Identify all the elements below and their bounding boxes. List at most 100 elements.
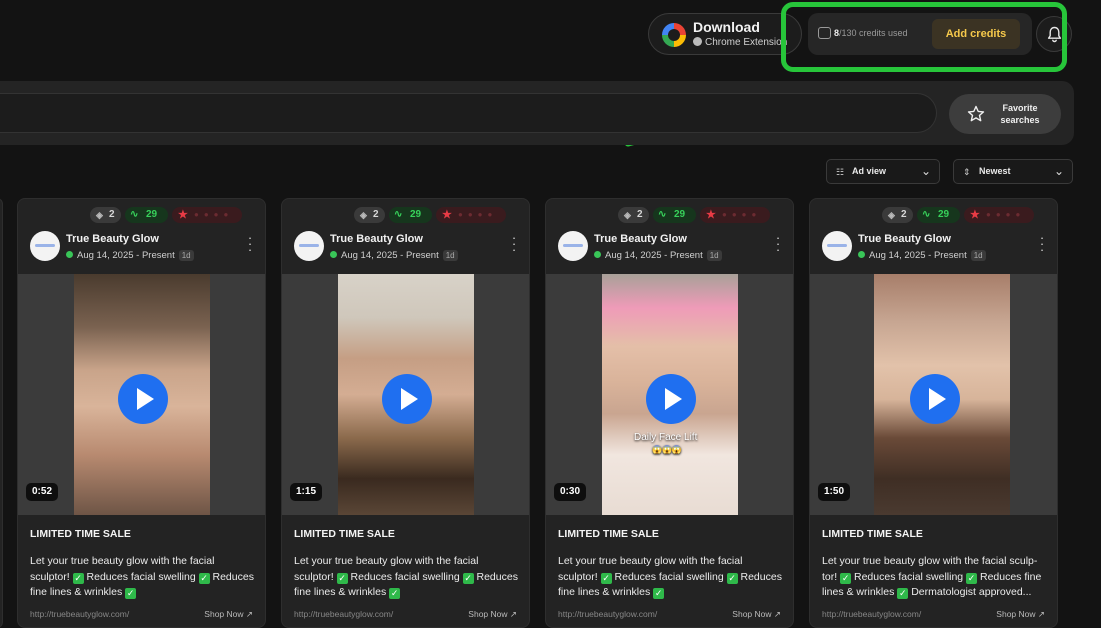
star-icon: ★ [706, 209, 716, 221]
brand-name[interactable]: True Beauty Glow [330, 233, 423, 245]
star-icon: ★ [970, 209, 980, 221]
favorite-searches-label: Favorite searches [1000, 103, 1040, 125]
rating-dots: ●●●● [458, 210, 498, 219]
sort-dropdown[interactable]: ⇕ Newest ⌄ [953, 159, 1073, 184]
more-options-icon[interactable]: · · · [511, 231, 517, 256]
avatar[interactable] [294, 231, 324, 261]
copies-badge: ◈ 2 [90, 207, 121, 223]
activity-icon: ∿ [130, 209, 139, 220]
check-icon: ✓ [897, 588, 909, 599]
rating-badge: ★ ●●●● [172, 207, 242, 223]
download-subtitle: Chrome Extension [693, 37, 787, 48]
avatar[interactable] [30, 231, 60, 261]
download-extension-button[interactable]: Download Chrome Extension [648, 13, 802, 55]
play-icon[interactable] [118, 374, 168, 424]
copies-count: 2 [637, 209, 643, 220]
ad-body: Let your true beauty glow with the facia… [294, 554, 520, 601]
activity-icon: ∿ [394, 209, 403, 220]
landing-url[interactable]: http://truebeautyglow.com/ [294, 609, 393, 619]
score-value: 29 [410, 209, 422, 220]
score-value: 29 [674, 209, 686, 220]
rating-badge: ★ ●●●● [964, 207, 1034, 223]
score-badge: ∿ 29 [653, 207, 696, 223]
video-thumbnail[interactable] [282, 274, 529, 515]
landing-url[interactable]: http://truebeautyglow.com/ [822, 609, 921, 619]
chevron-down-icon: ⌄ [920, 164, 931, 178]
copies-badge: ◈ 2 [618, 207, 649, 223]
video-duration: 1:15 [290, 483, 323, 501]
check-icon: ✓ [72, 572, 84, 584]
layers-icon: ◈ [888, 210, 895, 220]
rating-dots: ●●●● [722, 210, 762, 219]
age-badge: 1d [970, 250, 986, 261]
avatar[interactable] [822, 231, 852, 261]
ad-card[interactable]: ◈ 2 ∿ 29 ★ ●●●● True Beauty Glow Aug 14, 20… [17, 198, 266, 628]
favorite-searches-button[interactable]: Favorite searches [949, 94, 1061, 134]
ad-body-text: Reduces facial swelling [611, 570, 727, 583]
sort-dropdown-label: Newest [979, 166, 1011, 176]
copies-count: 2 [109, 209, 115, 220]
top-bar: Download Chrome Extension 8/130 credits … [0, 0, 1101, 72]
copies-count: 2 [901, 209, 907, 220]
play-icon[interactable] [646, 374, 696, 424]
chevron-down-icon: ⌄ [1053, 164, 1064, 178]
video-thumbnail[interactable] [810, 274, 1057, 515]
google-logo-icon [662, 23, 686, 47]
check-icon: ✓ [125, 588, 137, 599]
view-dropdown-label: Ad view [852, 166, 887, 176]
date-range: Aug 14, 2025 - Present [77, 250, 175, 261]
rating-dots: ●●●● [194, 210, 234, 219]
video-duration: 1:50 [818, 483, 851, 501]
active-status-dot [594, 251, 601, 258]
age-badge: 1d [706, 250, 722, 261]
download-subtitle-text: Chrome Extension [705, 37, 788, 48]
ad-headline: LIMITED TIME SALE [822, 528, 923, 540]
check-icon: ✓ [840, 572, 852, 584]
ad-body-text: Reduces facial swelling [851, 570, 967, 583]
video-thumbnail[interactable]: Daily Face Lift 😱😱😱 [546, 274, 793, 515]
activity-icon: ∿ [922, 209, 931, 220]
star-icon: ★ [442, 209, 452, 221]
brand-name[interactable]: True Beauty Glow [594, 233, 687, 245]
sort-icon: ⇕ [963, 167, 971, 177]
ad-card[interactable]: ◈ 2 ∿ 29 ★ ●●●● True Beauty Glow Aug 14, 20… [545, 198, 794, 628]
more-options-icon[interactable]: · · · [247, 231, 253, 256]
ad-card[interactable]: ◈ 2 ∿ 29 ★ ●●●● True Beauty Glow Aug 14, 20… [809, 198, 1058, 628]
previous-ad-card-edge [0, 198, 3, 628]
ad-headline: LIMITED TIME SALE [30, 528, 131, 540]
ad-body-text: Reduces facial swelling [83, 570, 199, 583]
score-badge: ∿ 29 [917, 207, 960, 223]
avatar[interactable] [558, 231, 588, 261]
date-range: Aug 14, 2025 - Present [869, 250, 967, 261]
check-icon: ✓ [389, 588, 401, 599]
ad-headline: LIMITED TIME SALE [294, 528, 395, 540]
landing-url[interactable]: http://truebeautyglow.com/ [558, 609, 657, 619]
play-icon[interactable] [382, 374, 432, 424]
active-status-dot [66, 251, 73, 258]
active-status-dot [330, 251, 337, 258]
rating-badge: ★ ●●●● [700, 207, 770, 223]
ad-run-dates: Aug 14, 2025 - Present 1d [858, 250, 986, 261]
list-icon: ☷ [836, 167, 845, 177]
brand-name[interactable]: True Beauty Glow [858, 233, 951, 245]
date-range: Aug 14, 2025 - Present [341, 250, 439, 261]
view-dropdown[interactable]: ☷ Ad view ⌄ [826, 159, 940, 184]
check-icon: ✓ [600, 572, 612, 584]
check-icon: ✓ [726, 572, 738, 584]
age-badge: 1d [442, 250, 458, 261]
check-icon: ✓ [198, 572, 210, 584]
more-options-icon[interactable]: · · · [1039, 231, 1045, 256]
ad-card[interactable]: ◈ 2 ∿ 29 ★ ●●●● True Beauty Glow Aug 14, 20… [281, 198, 530, 628]
play-icon[interactable] [910, 374, 960, 424]
brand-name[interactable]: True Beauty Glow [66, 233, 159, 245]
landing-url[interactable]: http://truebeautyglow.com/ [30, 609, 129, 619]
search-input[interactable] [0, 93, 937, 133]
star-icon: ★ [178, 209, 188, 221]
video-duration: 0:30 [554, 483, 587, 501]
copies-badge: ◈ 2 [354, 207, 385, 223]
ad-headline: LIMITED TIME SALE [558, 528, 659, 540]
score-value: 29 [938, 209, 950, 220]
more-options-icon[interactable]: · · · [775, 231, 781, 256]
age-badge: 1d [178, 250, 194, 261]
video-thumbnail[interactable] [18, 274, 265, 515]
